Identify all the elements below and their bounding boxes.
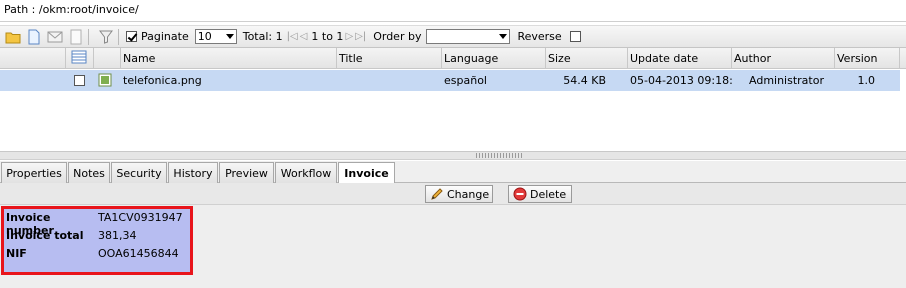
page-size-value: 10: [197, 30, 212, 43]
path-bar: Path : /okm:root/invoice/: [0, 0, 906, 22]
tab-workflow[interactable]: Workflow: [275, 162, 337, 183]
change-label: Change: [447, 187, 490, 201]
column-header-language[interactable]: Language: [442, 48, 546, 68]
next-page-icon[interactable]: ▷: [345, 31, 353, 42]
invoice-details: Invoice number TA1CV0931947 Invoice tota…: [1, 206, 193, 275]
column-header-update-date[interactable]: Update date: [628, 48, 732, 68]
invoice-total-value: 381,34: [98, 229, 137, 242]
page-range: 1 to 1: [311, 30, 344, 43]
mail-icon[interactable]: [47, 29, 63, 45]
row-checkbox-cell: [66, 70, 94, 91]
image-file-icon: [98, 73, 112, 90]
page-size-select[interactable]: 10: [194, 29, 237, 44]
prev-page-icon[interactable]: ◁: [300, 31, 308, 42]
grid-header: Name Title Language Size Update date Aut…: [0, 48, 906, 69]
row-select-checkbox[interactable]: [74, 75, 85, 86]
tab-properties[interactable]: Properties: [1, 162, 67, 183]
change-button[interactable]: Change: [425, 185, 493, 203]
panel-splitter[interactable]: [0, 152, 906, 160]
toolbar-separator: [88, 28, 89, 45]
chevron-down-icon: [499, 34, 508, 39]
chevron-down-icon: [225, 34, 234, 39]
column-header-title[interactable]: Title: [337, 48, 442, 68]
delete-button[interactable]: Delete: [508, 185, 572, 203]
invoice-field-row: Invoice number TA1CV0931947: [6, 211, 183, 237]
last-page-icon[interactable]: ▷|: [355, 31, 366, 42]
delete-label: Delete: [530, 187, 567, 201]
toolbar: Paginate 10 Total: 1 |◁ ◁ 1 to 1 ▷ ▷| Or…: [0, 25, 906, 48]
column-header-name[interactable]: Name: [121, 48, 337, 68]
total-label: Total: 1: [242, 30, 283, 43]
column-header-size[interactable]: Size: [546, 48, 628, 68]
row-language: español: [444, 74, 487, 87]
document-icon[interactable]: [26, 29, 42, 45]
filter-icon[interactable]: [98, 29, 114, 45]
reverse-label: Reverse: [517, 30, 562, 43]
column-header-author[interactable]: Author: [732, 48, 835, 68]
tab-invoice[interactable]: Invoice: [338, 162, 395, 184]
tab-security[interactable]: Security: [111, 162, 167, 183]
note-icon[interactable]: [68, 29, 84, 45]
header-type-column[interactable]: [66, 48, 94, 68]
toolbar-separator: [118, 28, 119, 45]
reverse-checkbox[interactable]: [569, 31, 581, 42]
column-header-version[interactable]: Version: [835, 48, 900, 68]
folder-icon[interactable]: [5, 29, 21, 45]
invoice-number-label: Invoice number: [6, 211, 54, 237]
row-author: Administrator: [749, 74, 824, 87]
tab-bar: Properties Notes Security History Previe…: [0, 161, 906, 184]
nif-label: NIF: [6, 247, 27, 260]
row-version: 1.0: [857, 74, 876, 87]
tab-notes[interactable]: Notes: [68, 162, 110, 183]
invoice-number-value: TA1CV0931947: [98, 211, 183, 224]
path-label: Path : /okm:root/invoice/: [4, 3, 139, 16]
header-checkbox-column: [0, 48, 66, 68]
invoice-field-row: Invoice total 381,34: [6, 229, 137, 245]
invoice-total-label: Invoice total: [6, 229, 84, 242]
column-selector-icon[interactable]: [71, 50, 87, 67]
nif-value: OOA61456844: [98, 247, 179, 260]
header-icon-column: [94, 48, 121, 68]
invoice-field-row: NIF OOA61456844: [6, 247, 179, 263]
row-title: [337, 70, 442, 91]
first-page-icon[interactable]: |◁: [287, 31, 298, 42]
row-name[interactable]: telefonica.png: [121, 70, 337, 91]
table-row[interactable]: telefonica.png español 54.4 KB 05-04-201…: [0, 70, 900, 91]
delete-icon: [513, 187, 527, 201]
splitter-grip-icon[interactable]: [476, 153, 522, 158]
tab-history[interactable]: History: [168, 162, 218, 183]
action-bar: Change Delete: [0, 183, 906, 205]
order-by-label: Order by: [373, 30, 422, 43]
row-type-cell: [94, 70, 121, 91]
paginate-checkbox[interactable]: [126, 31, 137, 42]
row-size: 54.4 KB: [563, 74, 606, 87]
order-by-select[interactable]: [426, 29, 511, 44]
pencil-icon: [430, 187, 444, 201]
row-update-date: 05-04-2013 09:18:1: [630, 74, 732, 87]
tab-preview[interactable]: Preview: [219, 162, 274, 183]
paginate-label: Paginate: [141, 30, 189, 43]
